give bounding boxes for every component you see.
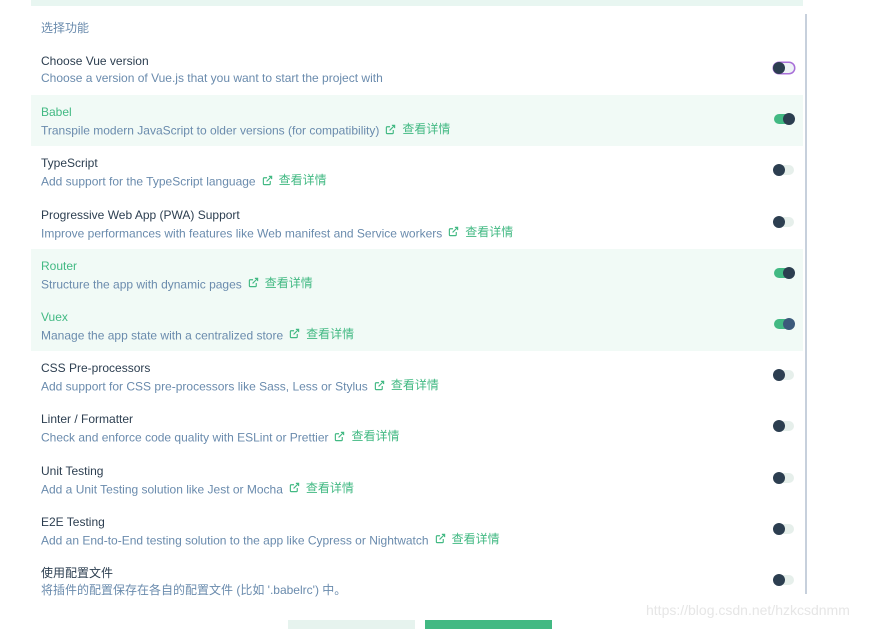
details-link-label: 查看详情 [465,224,514,239]
feature-toggle[interactable] [773,215,794,228]
toggle-knob [773,471,785,484]
feature-description: Choose a version of Vue.js that you want… [41,71,383,85]
feature-description: Add support for the TypeScript language [41,174,256,189]
feature-toggle[interactable] [774,266,795,279]
toggle-knob [773,522,785,535]
feature-toggle[interactable] [773,62,794,74]
details-link[interactable]: 查看详情 [248,275,313,291]
feature-row-pwa[interactable]: Progressive Web App (PWA) Support Improve… [31,198,803,249]
feature-description-row: Transpile modern JavaScript to older ver… [41,121,803,139]
previous-button[interactable] [288,620,415,629]
feature-row-unit-testing[interactable]: Unit Testing Add a Unit Testing solution … [31,454,803,505]
feature-description-row: Structure the app with dynamic pages 查看详情 [41,275,803,293]
feature-toggle[interactable] [773,164,794,177]
feature-toggle[interactable] [774,317,795,330]
feature-description-row: Choose a version of Vue.js that you want… [41,70,803,86]
external-link-icon [289,329,300,339]
external-link-icon [374,380,385,390]
feature-row-linter-formatter[interactable]: Linter / Formatter Check and enforce code… [31,402,803,453]
feature-toggle[interactable] [773,420,794,433]
previous-panel-edge [31,0,803,6]
scrollbar[interactable] [805,14,807,594]
details-link[interactable]: 查看详情 [374,377,439,393]
feature-description-row: Improve performances with features like … [41,224,803,242]
feature-description-row: Add support for the TypeScript language 查… [41,172,803,190]
feature-description-row: 将插件的配置保存在各自的配置文件 (比如 '.babelrc') 中。 [41,582,803,598]
feature-description: Add support for CSS pre-processors like … [41,379,368,394]
feature-name: Linter / Formatter [41,412,134,427]
external-link-icon [449,226,459,237]
toggle-knob [773,164,785,177]
feature-name: CSS Pre-processors [41,361,151,376]
details-link[interactable]: 查看详情 [435,531,500,547]
feature-name: Choose Vue version [41,54,149,68]
external-link-icon [262,175,272,186]
feature-name: Babel [41,105,72,120]
feature-list: Choose Vue version Choose a version of Vu… [31,44,803,607]
feature-description: Improve performances with features like … [41,226,443,241]
external-link-icon [435,533,445,544]
feature-description: Add a Unit Testing solution like Jest or… [41,482,283,496]
details-link[interactable]: 查看详情 [262,172,327,188]
toggle-knob [783,317,795,330]
feature-row-e2e-testing[interactable]: E2E Testing Add an End-to-End testing sol… [31,505,803,556]
toggle-knob [773,420,785,433]
feature-toggle[interactable] [773,369,794,382]
details-link[interactable]: 查看详情 [334,428,400,444]
toggle-knob [773,215,785,228]
feature-name: Unit Testing [41,463,104,478]
feature-description: Check and enforce code quality with ESLi… [41,430,329,445]
details-link-label: 查看详情 [305,480,354,495]
details-link-label: 查看详情 [306,326,355,341]
feature-description-row: Manage the app state with a centralized … [41,326,803,344]
toggle-knob [773,573,785,586]
feature-description: Transpile modern JavaScript to older ver… [41,123,380,138]
feature-description: 将插件的配置保存在各自的配置文件 (比如 '.babelrc') 中。 [41,582,347,597]
details-link[interactable]: 查看详情 [289,326,354,342]
feature-description-row: Check and enforce code quality with ESLi… [41,428,803,446]
feature-toggle[interactable] [773,471,794,484]
external-link-icon [335,431,345,442]
next-button[interactable] [425,620,552,629]
feature-row-use-config-files[interactable]: 使用配置文件将插件的配置保存在各自的配置文件 (比如 '.babelrc') 中… [31,556,803,607]
feature-name: Vuex [41,309,68,324]
feature-description-row: Add a Unit Testing solution like Jest or… [41,480,803,498]
feature-row-vuex[interactable]: Vuex Manage the app state with a centrali… [31,299,803,352]
feature-row-choose-vue-version[interactable]: Choose Vue version Choose a version of Vu… [31,44,803,95]
details-link-label: 查看详情 [390,378,439,393]
external-link-icon [386,124,396,134]
details-link-label: 查看详情 [451,531,500,546]
external-link-icon [289,482,300,493]
feature-row-css-preprocessors[interactable]: CSS Pre-processors Add support for CSS pr… [31,351,803,402]
toggle-knob [773,62,785,74]
feature-name: Router [41,258,78,273]
feature-row-typescript[interactable]: TypeScript Add support for the TypeScript… [31,146,803,197]
feature-description: Structure the app with dynamic pages [41,277,242,292]
watermark: https://blog.csdn.net/hzkcsdnmm [646,602,850,618]
feature-description: Add an End-to-End testing solution to th… [41,533,429,548]
feature-toggle[interactable] [773,522,794,535]
section-title: 选择功能 [41,21,90,35]
details-link[interactable]: 查看详情 [289,480,354,496]
feature-row-router[interactable]: Router Structure the app with dynamic pag… [31,248,803,300]
details-link[interactable]: 查看详情 [385,121,450,137]
details-link-label: 查看详情 [264,275,313,290]
feature-name: Progressive Web App (PWA) Support [41,207,240,222]
feature-description: Manage the app state with a centralized … [41,328,284,343]
toggle-knob [783,266,795,279]
details-link-label: 查看详情 [351,429,400,444]
feature-row-babel[interactable]: Babel Transpile modern JavaScript to olde… [31,95,803,147]
feature-toggle[interactable] [774,113,795,126]
details-link-label: 查看详情 [402,122,451,137]
feature-description-row: Add an End-to-End testing solution to th… [41,531,803,549]
external-link-icon [248,278,258,288]
details-link-label: 查看详情 [278,173,327,188]
feature-description-row: Add support for CSS pre-processors like … [41,377,803,395]
feature-name: 使用配置文件 [41,565,114,580]
feature-name: E2E Testing [41,514,105,529]
details-link[interactable]: 查看详情 [448,224,513,240]
feature-name: TypeScript [41,156,98,171]
feature-toggle[interactable] [773,573,794,586]
toggle-knob [773,369,785,382]
